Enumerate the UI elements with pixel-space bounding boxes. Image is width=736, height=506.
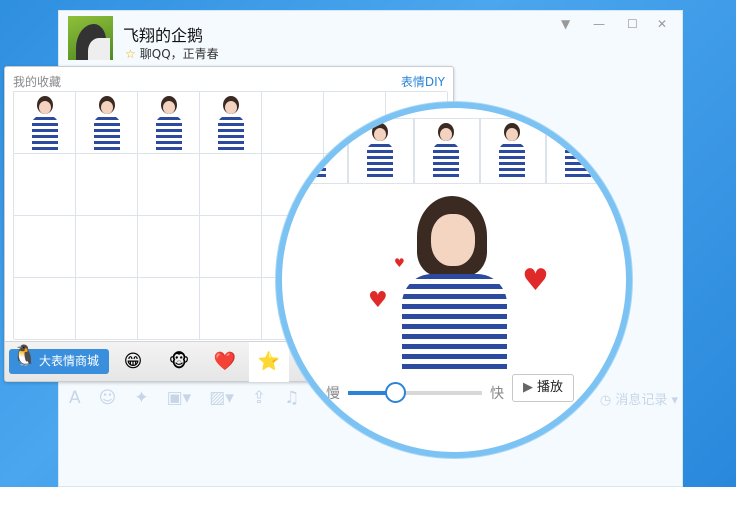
sticker-cell[interactable] [14,154,76,216]
star-icon: ☆ [125,47,136,61]
slider-thumb[interactable] [384,382,406,403]
image-icon[interactable]: ▨▾ [209,388,234,408]
emoji-icon[interactable]: ☺ [99,388,117,408]
sticker-cell[interactable] [76,216,138,278]
message-history-button[interactable]: ◷ 消息记录 ▾ [600,389,678,408]
panel-title: 我的收藏 [13,75,62,89]
sticker-strip [282,118,626,188]
sticker-cell[interactable] [546,118,612,184]
history-label: 消息记录 [615,393,668,408]
shop-label: 大表情商城 [39,354,100,368]
slow-label: 慢 [326,386,340,402]
clock-icon: ◷ [599,393,616,408]
music-icon[interactable]: ♫ [284,388,299,408]
signature-text: 聊QQ，正青春 [139,47,219,61]
play-label: 播放 [536,380,563,395]
sticker-image [563,123,593,177]
contact-signature: ☆ 聊QQ，正青春 [125,45,219,62]
tab-monkey[interactable]: 🐵 [159,348,199,376]
sticker-cell[interactable] [14,216,76,278]
sticker-cell[interactable] [14,278,76,340]
avatar[interactable] [68,16,113,60]
sticker-image [154,96,184,150]
sticker-cell[interactable] [76,92,138,154]
minimize-button[interactable]: — [593,17,605,31]
sticker-cell[interactable] [76,278,138,340]
fast-label: 快 [490,386,504,402]
magic-icon[interactable]: ✦ [134,388,148,408]
heart-icon: ♥ [368,288,388,313]
play-icon: ▶ [522,380,533,395]
screenshot-icon[interactable]: ▣▾ [167,388,192,408]
preview-magnifier: ♥ ♥ ♥ 慢 快 ▶ 播放 [276,102,632,458]
close-button[interactable]: ✕ [657,17,667,31]
font-icon[interactable]: A [69,388,81,408]
sticker-cell[interactable] [480,118,546,184]
heart-icon: ♥ [394,256,405,270]
sticker-cell[interactable] [76,154,138,216]
sticker-cell[interactable] [14,92,76,154]
play-button[interactable]: ▶ 播放 [512,374,574,402]
menu-dropdown-icon[interactable]: ▼ [561,17,570,31]
sticker-cell[interactable] [138,154,200,216]
sticker-image [30,96,60,150]
sticker-shop-button[interactable]: 🐧 大表情商城 [9,343,109,374]
tab-emoji[interactable]: 😁 [113,348,153,376]
tab-favorites[interactable]: ⭐ [249,342,289,382]
speed-track[interactable] [348,382,482,403]
sticker-cell[interactable] [138,278,200,340]
diy-link[interactable]: 表情DIY [401,73,445,90]
sticker-image [216,96,246,150]
sticker-cell[interactable] [200,278,262,340]
sticker-image [431,123,461,177]
sticker-image [365,123,395,177]
sticker-image [298,123,328,177]
sticker-image [92,96,122,150]
sticker-cell[interactable] [200,216,262,278]
sticker-cell[interactable] [348,118,414,184]
sticker-preview-image [397,196,512,371]
sticker-cell[interactable] [282,118,348,184]
sticker-cell[interactable] [138,216,200,278]
sticker-image [497,123,527,177]
upload-icon[interactable]: ⇪ [252,388,266,408]
sticker-cell[interactable] [138,92,200,154]
sticker-cell[interactable] [414,118,480,184]
tab-heart[interactable]: ❤️ [205,348,245,376]
maximize-button[interactable]: ☐ [627,17,638,31]
penguin-icon: 🐧 [12,343,37,367]
heart-icon: ♥ [522,263,549,298]
contact-name: 飞翔的企鹅 [123,26,204,45]
sticker-cell[interactable] [200,92,262,154]
speed-slider: 慢 快 [326,382,504,403]
sticker-cell[interactable] [200,154,262,216]
